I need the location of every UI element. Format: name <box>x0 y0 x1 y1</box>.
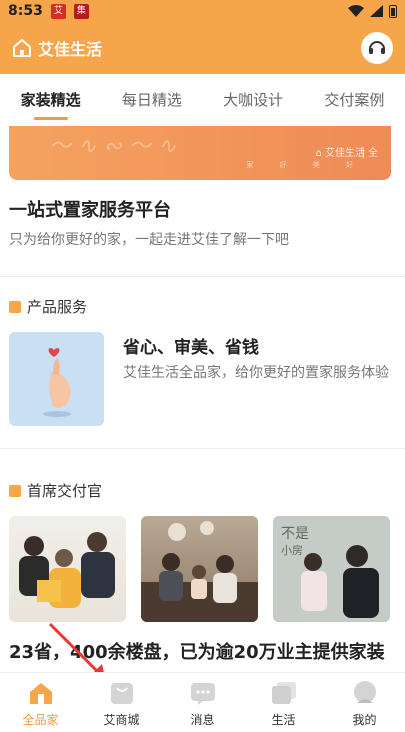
section-label: 产品服务 <box>27 298 88 316</box>
nav-label: 艾商城 <box>103 713 140 727</box>
product-description: 艾佳生活全品家，给你更好的置家服务体验 <box>123 365 389 381</box>
section-marker <box>9 300 21 313</box>
finger-heart-illustration <box>43 347 71 417</box>
notification-icon: 艾 <box>50 3 66 19</box>
banner-brand-text: 艾佳生活 <box>325 148 365 159</box>
divider <box>0 276 405 277</box>
banner-brand: ⌂ 艾佳生活 <box>315 148 365 159</box>
banner-decoration: 〜 ∿ ∾ 〜 ∿ <box>49 134 177 159</box>
family-photo-illustration <box>19 532 115 608</box>
status-bar: 8:53 艾 集 <box>0 0 405 22</box>
delivery-photo[interactable] <box>9 516 126 622</box>
promo-banner[interactable]: 〜 ∿ ∾ 〜 ∿ ⌂ 艾佳生活 | 全 家 好 美 好 <box>9 126 391 180</box>
category-tabs: 家装精选 每日精选 大咖设计 交付案例 <box>0 74 405 126</box>
tab-designer[interactable]: 大咖设计 <box>203 74 304 126</box>
home-icon <box>29 683 52 704</box>
banner-brand-suffix: | 全 <box>361 148 378 159</box>
nav-label: 消息 <box>190 713 215 727</box>
intro-subtitle: 只为给你更好的家，一起走进艾佳了解一下吧 <box>9 232 289 248</box>
notification-icon: 集 <box>73 3 89 19</box>
section-marker <box>9 484 21 497</box>
tab-home-decor-picks[interactable]: 家装精选 <box>0 74 101 126</box>
battery-icon <box>389 4 397 18</box>
banner-brand-suffix-text: 全 <box>368 148 378 159</box>
message-icon <box>190 683 215 705</box>
intro-title: 一站式置家服务平台 <box>9 200 171 221</box>
nav-label: 我的 <box>352 713 377 727</box>
family-photo-illustration <box>141 521 258 622</box>
home-icon <box>13 39 31 57</box>
svg-text:不是: 不是 <box>281 526 309 542</box>
nav-label: 全品家 <box>22 713 59 727</box>
bottom-navigation: 全品家 艾商城 消息 生活 我的 <box>0 672 405 732</box>
nav-messages[interactable]: 消息 <box>162 673 243 732</box>
signal-icon <box>370 5 383 17</box>
banner-tagline: 家 好 美 好 <box>246 161 365 169</box>
delivery-photo[interactable] <box>141 516 258 622</box>
tab-daily-picks[interactable]: 每日精选 <box>101 74 202 126</box>
nav-label: 生活 <box>271 713 296 727</box>
product-image[interactable] <box>9 332 104 426</box>
product-section-header: 产品服务 <box>9 296 87 317</box>
profile-icon <box>353 681 376 703</box>
delivery-photo[interactable]: 不是 小房 <box>273 516 390 622</box>
divider <box>0 448 405 449</box>
product-title: 省心、审美、省钱 <box>123 338 259 358</box>
app-title: 艾佳生活 <box>38 40 103 59</box>
svg-text:小房: 小房 <box>281 544 303 557</box>
nav-full-home[interactable]: 全品家 <box>0 673 81 732</box>
life-cards-icon <box>271 682 296 704</box>
main-content[interactable]: 〜 ∿ ∾ 〜 ∿ ⌂ 艾佳生活 | 全 家 好 美 好 一站式置家服务平台 只… <box>0 126 405 672</box>
status-time: 8:53 <box>8 3 43 19</box>
app-bar: 艾佳生活 <box>0 22 405 74</box>
nav-mall[interactable]: 艾商城 <box>81 673 162 732</box>
delivery-section-header: 首席交付官 <box>9 480 102 501</box>
family-photo-illustration: 不是 小房 <box>273 516 390 622</box>
tab-delivery-cases[interactable]: 交付案例 <box>304 74 405 126</box>
nav-life[interactable]: 生活 <box>243 673 324 732</box>
nav-profile[interactable]: 我的 <box>324 673 405 732</box>
shopping-bag-icon <box>110 683 133 704</box>
wifi-icon <box>348 5 364 17</box>
customer-service-button[interactable] <box>361 32 393 64</box>
headset-icon <box>369 41 385 54</box>
section-label: 首席交付官 <box>27 482 103 500</box>
